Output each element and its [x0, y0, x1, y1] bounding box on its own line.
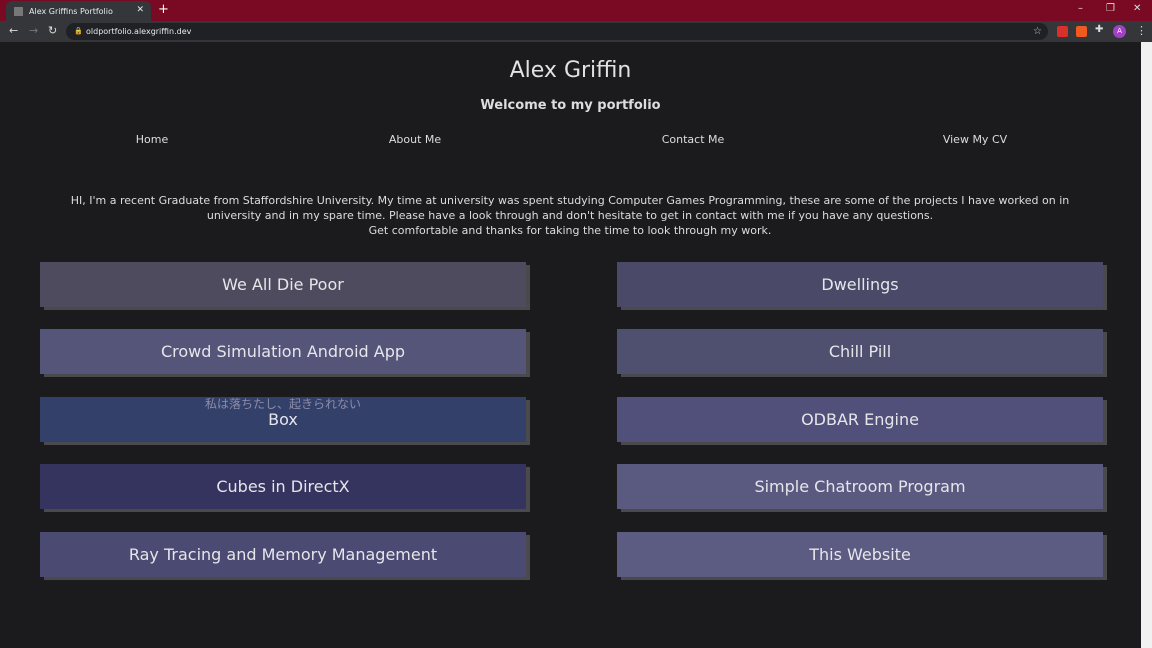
nav-about-me[interactable]: About Me: [389, 133, 441, 146]
intro-text: HI, I'm a recent Graduate from Staffords…: [70, 193, 1070, 238]
restore-button[interactable]: ❐: [1106, 3, 1115, 14]
menu-kebab-icon[interactable]: ⋮: [1136, 24, 1147, 37]
back-icon[interactable]: ←: [9, 24, 18, 37]
project-card[interactable]: We All Die Poor: [40, 262, 526, 307]
page-title: Alex Griffin: [509, 58, 632, 83]
project-card[interactable]: ODBAR Engine: [617, 397, 1103, 442]
reload-icon[interactable]: ↻: [48, 24, 57, 37]
project-card[interactable]: This Website: [617, 532, 1103, 577]
project-card-label: We All Die Poor: [222, 275, 344, 294]
forward-icon[interactable]: →: [29, 24, 38, 37]
extension-icon[interactable]: [1057, 26, 1068, 37]
intro-paragraph: HI, I'm a recent Graduate from Staffords…: [70, 194, 1070, 222]
project-card-label: Dwellings: [821, 275, 899, 294]
extension-icon[interactable]: [1076, 26, 1087, 37]
bookmark-star-icon[interactable]: ☆: [1033, 23, 1042, 40]
browser-titlebar: Alex Griffins Portfolio ✕ + – ❐ ✕: [0, 0, 1152, 21]
browser-tab[interactable]: Alex Griffins Portfolio ✕: [6, 1, 151, 21]
project-card[interactable]: Dwellings: [617, 262, 1103, 307]
project-card-label: This Website: [809, 545, 911, 564]
project-card[interactable]: Crowd Simulation Android App: [40, 329, 526, 374]
intro-paragraph: Get comfortable and thanks for taking th…: [368, 224, 772, 237]
project-card-label: ODBAR Engine: [801, 410, 919, 429]
url-text: oldportfolio.alexgriffin.dev: [86, 27, 192, 36]
project-card[interactable]: 私は落ちたし、起きられない Box: [40, 397, 526, 442]
project-card[interactable]: Ray Tracing and Memory Management: [40, 532, 526, 577]
project-card[interactable]: Cubes in DirectX: [40, 464, 526, 509]
project-card-label: Cubes in DirectX: [216, 477, 350, 496]
project-card[interactable]: Chill Pill: [617, 329, 1103, 374]
new-tab-button[interactable]: +: [158, 2, 169, 17]
close-window-button[interactable]: ✕: [1133, 3, 1141, 14]
address-bar[interactable]: 🔒 oldportfolio.alexgriffin.dev ☆: [66, 23, 1048, 40]
close-tab-icon[interactable]: ✕: [136, 5, 144, 15]
tab-title: Alex Griffins Portfolio: [29, 6, 113, 16]
project-card-label: Chill Pill: [828, 342, 892, 361]
scrollbar[interactable]: [1141, 42, 1152, 648]
nav-home[interactable]: Home: [136, 133, 168, 146]
project-card-label: Ray Tracing and Memory Management: [128, 545, 438, 564]
extensions-puzzle-icon[interactable]: ✚: [1095, 24, 1103, 35]
nav-contact-me[interactable]: Contact Me: [662, 133, 725, 146]
project-card-label: Crowd Simulation Android App: [160, 342, 406, 361]
lock-icon: 🔒: [74, 27, 83, 35]
profile-avatar[interactable]: A: [1113, 25, 1126, 38]
browser-toolbar: ← → ↻ 🔒 oldportfolio.alexgriffin.dev ☆ ✚ A…: [0, 21, 1152, 42]
favicon-icon: [14, 6, 23, 16]
project-card-label: Simple Chatroom Program: [754, 477, 966, 496]
page-subtitle: Welcome to my portfolio: [480, 98, 661, 113]
nav-view-cv[interactable]: View My CV: [943, 133, 1007, 146]
project-card[interactable]: Simple Chatroom Program: [617, 464, 1103, 509]
minimize-button[interactable]: –: [1078, 3, 1083, 14]
page-content: Alex Griffin Welcome to my portfolio Hom…: [0, 42, 1141, 648]
project-card-label: Box: [268, 410, 298, 429]
